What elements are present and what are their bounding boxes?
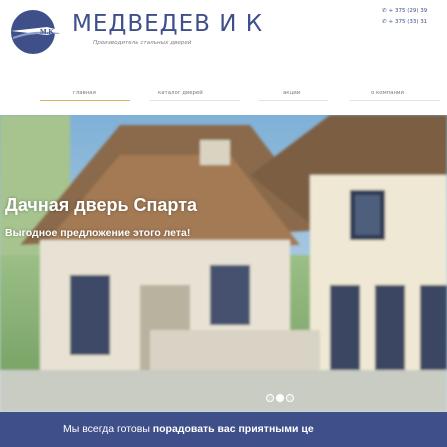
phone-icon: ✆ — [382, 8, 387, 14]
main-nav — [0, 68, 447, 110]
phone-icon: ✆ — [382, 19, 387, 25]
hero-subtitle: Выгодное предложение этого лета! — [5, 227, 191, 239]
tagline: Производитель стальных дверей — [93, 40, 192, 46]
brand-name: МЕДВЕДЕВ И К — [72, 11, 264, 37]
contacts: ✆ + 375 (29) 39 ✆ + 375 (33) 31 — [382, 6, 427, 28]
logo-text: M.K — [40, 28, 54, 36]
nav-divider — [258, 100, 328, 101]
hero-image — [0, 115, 447, 412]
nav-divider — [150, 100, 240, 101]
nav-item-promotions[interactable]: акции — [283, 90, 300, 96]
nav-item-about[interactable]: о компании — [371, 90, 404, 96]
nav-item-catalog[interactable]: каталог дверей — [158, 90, 203, 96]
phone-1[interactable]: ✆ + 375 (29) 39 — [382, 6, 427, 17]
nav-item-home[interactable]: главная — [73, 90, 96, 96]
phone-2[interactable]: ✆ + 375 (33) 31 — [382, 17, 427, 28]
promo-text: Мы всегда готовы порадовать вас приятным… — [63, 423, 314, 435]
slider-dots — [266, 389, 296, 407]
company-logo[interactable]: M.K — [7, 7, 65, 57]
slider-dot-active[interactable] — [276, 394, 284, 402]
slider-dot[interactable] — [266, 394, 274, 402]
nav-divider — [350, 100, 440, 101]
site-header: M.K МЕДВЕДЕВ И К Производитель стальных … — [0, 0, 447, 68]
nav-active-indicator — [40, 100, 130, 101]
slider-dot[interactable] — [286, 394, 294, 402]
hero-slider[interactable] — [0, 115, 447, 412]
hero-title: Дачная дверь Спарта — [5, 195, 198, 215]
